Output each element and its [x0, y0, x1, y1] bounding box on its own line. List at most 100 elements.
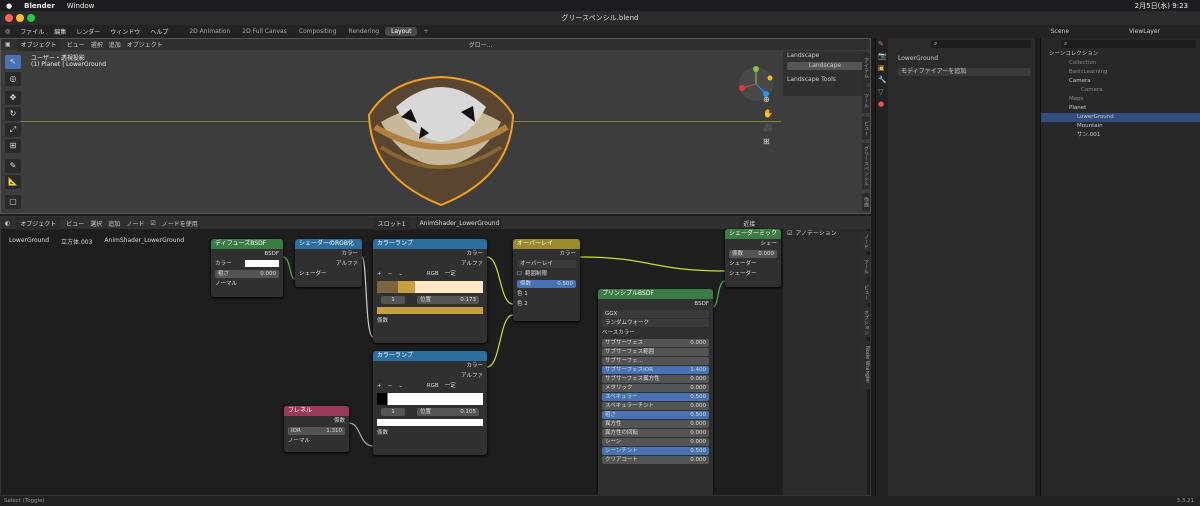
annotation-checkbox[interactable]: ☑	[787, 229, 792, 239]
select-tool-icon[interactable]: ↖	[5, 55, 21, 69]
principled-input-field[interactable]: スペキュラーチント 0.000	[602, 402, 709, 410]
ramp2-title[interactable]: カラーランプ	[373, 351, 487, 361]
minimize-window-button[interactable]	[16, 14, 24, 22]
principled-input-field[interactable]: 異方性の回転 0.000	[602, 429, 709, 437]
shader-node-editor[interactable]: ◐ オブジェクト ビュー 選択 追加 ノード ☑ ノードを使用 スロット1 Ani…	[0, 216, 871, 496]
scene-selector[interactable]: Scene	[1051, 28, 1069, 35]
tab-item[interactable]: アイテム	[862, 53, 870, 83]
ramp1-remove-icon[interactable]: −	[388, 269, 393, 279]
annotate-tool-icon[interactable]: ✎	[5, 159, 21, 173]
zoom-window-button[interactable]	[27, 14, 35, 22]
node-mix-shader[interactable]: シェーダーミック シェー 係数 0.000 シェーダー シェーダー	[725, 229, 781, 287]
editor-type-icon[interactable]: ▣	[5, 41, 11, 48]
tab-node[interactable]: ノード	[862, 231, 870, 251]
overlay-title[interactable]: オーバーレイ	[513, 239, 580, 249]
node-color-ramp-2[interactable]: カラーランプ カラー アルファ + − ⌄ RGB 一定 1 位置 0.105 係数	[373, 351, 487, 455]
ramp2-add-icon[interactable]: +	[377, 381, 382, 391]
viewport-menu-view[interactable]: ビュー	[67, 40, 85, 49]
outliner-item[interactable]: Maps	[1041, 95, 1200, 104]
principled-input-field[interactable]: メタリック 0.000	[602, 384, 709, 392]
outliner[interactable]: ⌕ シーンコレクション Collection BasicLearning Cam…	[1040, 38, 1200, 496]
ramp1-menu-icon[interactable]: ⌄	[398, 269, 403, 279]
viewport-menu-object[interactable]: オブジェクト	[127, 40, 163, 49]
cursor-tool-icon[interactable]: ◎	[5, 72, 21, 86]
principled-input-field[interactable]: クリアコート 0.000	[602, 456, 709, 464]
menu-edit[interactable]: 編集	[54, 27, 66, 36]
tab-layout[interactable]: Layout	[385, 27, 418, 36]
outliner-item[interactable]: サン.001	[1041, 131, 1200, 140]
sss-method-dropdown[interactable]: ランダムウォーク	[602, 319, 709, 327]
tab-rendering[interactable]: Rendering	[342, 27, 385, 36]
move-tool-icon[interactable]: ✥	[5, 91, 21, 105]
zoom-icon[interactable]: ⊕	[763, 95, 770, 104]
navigation-gizmo[interactable]	[736, 64, 776, 104]
menu-help[interactable]: ヘルプ	[150, 27, 168, 36]
ramp2-interp[interactable]: 一定	[445, 381, 456, 391]
ramp1-color-swatch[interactable]	[377, 307, 483, 314]
ramp2-color-swatch[interactable]	[377, 419, 483, 426]
measure-tool-icon[interactable]: 📐	[5, 175, 21, 189]
node-fresnel[interactable]: フレネル 係数 IOR 1.310 ノーマル	[284, 406, 349, 452]
close-window-button[interactable]	[5, 14, 13, 22]
app-menu[interactable]: Blender	[24, 2, 55, 10]
principled-input-field[interactable]: サブサーフェス異方性 0.000	[602, 375, 709, 383]
overlay-fac-field[interactable]: 係数 0.500	[517, 280, 576, 288]
render-tab-icon[interactable]: 📷	[876, 50, 888, 62]
outliner-item[interactable]: Mountain	[1041, 122, 1200, 131]
viewlayer-selector[interactable]: ViewLayer	[1129, 28, 1160, 35]
ramp2-menu-icon[interactable]: ⌄	[398, 381, 403, 391]
clamp-checkbox[interactable]: ☐	[517, 269, 522, 279]
tab-greasepencil[interactable]: グリースペンシル	[862, 143, 870, 189]
blender-logo-icon[interactable]: ◎	[5, 28, 10, 35]
tab-create[interactable]: 作成	[862, 193, 870, 211]
ortho-grid-icon[interactable]: ⊞	[763, 137, 770, 146]
principled-title[interactable]: プリンシプルBSDF	[598, 289, 713, 299]
principled-input-field[interactable]: 粗さ 0.500	[602, 411, 709, 419]
pan-hand-icon[interactable]: ✋	[763, 109, 773, 118]
outliner-item[interactable]: Collection	[1041, 59, 1200, 68]
node-principled-bsdf[interactable]: プリンシプルBSDF BSDF GGX ランダムウォーク ベースカラー サブサー…	[598, 289, 713, 495]
tab-2d-animation[interactable]: 2D Animation	[183, 27, 236, 36]
object-tab-icon[interactable]: ▣	[876, 62, 888, 74]
landscape-tools-header[interactable]: Landscape Tools	[783, 75, 867, 85]
ramp1-index[interactable]: 1	[381, 296, 405, 304]
tab-tool[interactable]: ツール	[862, 87, 870, 113]
3d-viewport[interactable]: ▣ オブジェクト ビュー 選択 追加 オブジェクト グロー... ユーザー・透視…	[0, 38, 871, 214]
s2rgb-title[interactable]: シェーダーのRGB化	[295, 239, 362, 249]
menu-file[interactable]: ファイル	[20, 27, 44, 36]
outliner-item[interactable]: Camera	[1041, 77, 1200, 86]
tab-node-wrangler[interactable]: Node Wrangler	[862, 341, 870, 389]
principled-input-field[interactable]: シーンチント 0.500	[602, 447, 709, 455]
principled-input-field[interactable]: サブサーフェス 0.000	[602, 339, 709, 347]
diffuse-title[interactable]: ディフューズBSDF	[211, 239, 283, 249]
node-overlay[interactable]: オーバーレイ カラー オーバーレイ ☐ 範囲制限 係数 0.500 色 1 色 2	[513, 239, 580, 321]
fresnel-ior-field[interactable]: IOR 1.310	[288, 427, 345, 435]
window-menu[interactable]: Window	[67, 2, 95, 10]
apple-icon[interactable]: ●	[6, 2, 12, 10]
node-shader-to-rgb[interactable]: シェーダーのRGB化 カラー アルファ シェーダー	[295, 239, 362, 287]
diffuse-roughness-field[interactable]: 粗さ 0.000	[215, 270, 279, 278]
properties-editor[interactable]: ✎ 📷 ▣ 🔧 ▽ ● ⌕ LowerGround モディファイアーを追加	[875, 38, 1035, 496]
ramp2-remove-icon[interactable]: −	[388, 381, 393, 391]
mix-fac-field[interactable]: 係数 0.000	[729, 250, 777, 258]
outliner-item-selected[interactable]: LowerGround	[1041, 113, 1200, 122]
mix-title[interactable]: シェーダーミック	[725, 229, 781, 239]
principled-input-field[interactable]: スペキュラー 0.500	[602, 393, 709, 401]
ramp1-interp[interactable]: 一定	[445, 269, 456, 279]
tool-tab-icon[interactable]: ✎	[876, 38, 888, 50]
properties-search-input[interactable]: ⌕	[931, 40, 1031, 48]
mode-dropdown[interactable]: オブジェクト	[16, 39, 61, 51]
scene-collection-item[interactable]: シーンコレクション	[1041, 50, 1200, 59]
data-tab-icon[interactable]: ▽	[876, 86, 888, 98]
ramp1-mode[interactable]: RGB	[427, 269, 439, 279]
modifier-tab-icon[interactable]: 🔧	[876, 74, 888, 86]
outliner-item[interactable]: BasicLearning	[1041, 68, 1200, 77]
landscape-header[interactable]: Landscape	[783, 51, 867, 61]
orientation-dropdown[interactable]: グロー...	[469, 40, 493, 49]
camera-view-icon[interactable]: 🎥	[763, 123, 773, 132]
principled-input-field[interactable]: サブサーフェスIOR 1.400	[602, 366, 709, 374]
planet-object[interactable]	[361, 67, 521, 209]
fresnel-title[interactable]: フレネル	[284, 406, 349, 416]
principled-input-field[interactable]: シーン 0.000	[602, 438, 709, 446]
rotate-tool-icon[interactable]: ↻	[5, 107, 21, 121]
